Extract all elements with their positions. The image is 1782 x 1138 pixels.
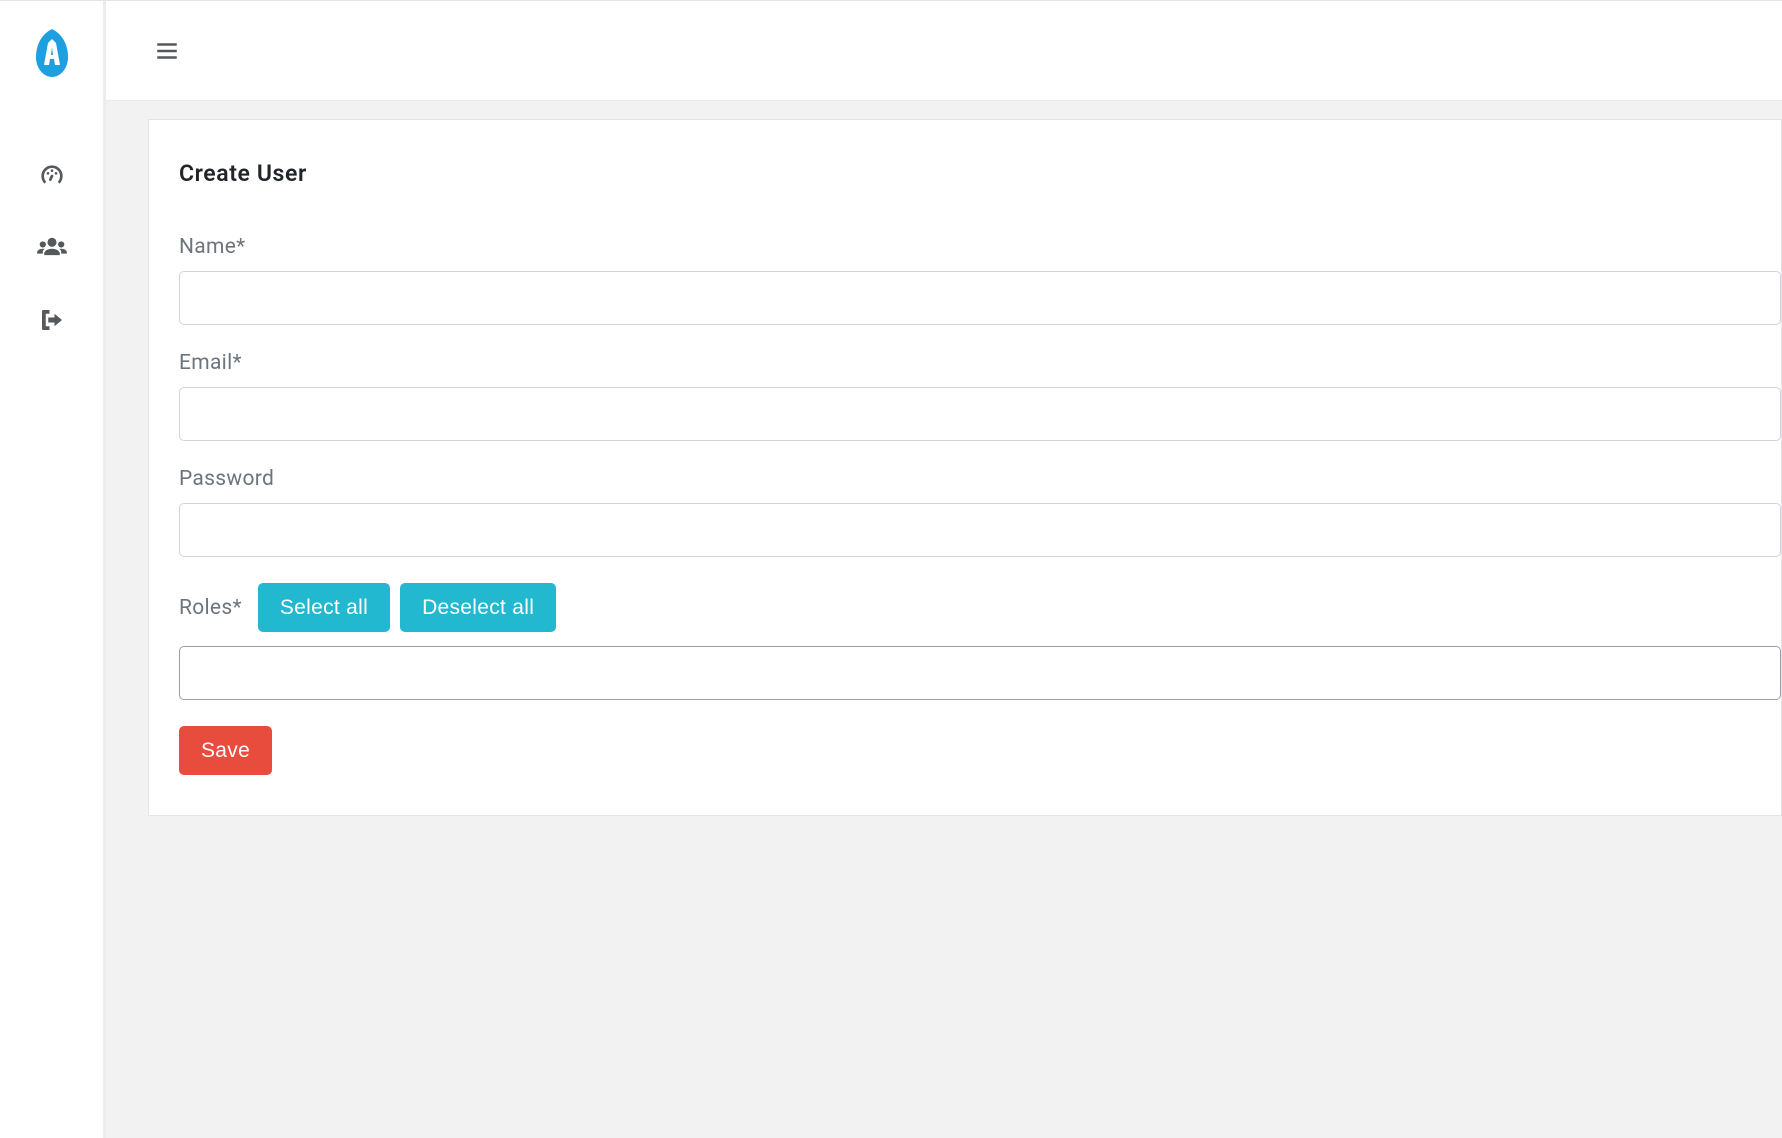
content-wrap: Create User Name* Email* Password Roles*	[106, 101, 1782, 1138]
form-group-password: Password	[179, 467, 1781, 557]
form-group-roles: Roles* Select all Deselect all	[179, 583, 1781, 700]
form-group-email: Email*	[179, 351, 1781, 441]
email-label: Email*	[179, 351, 1781, 375]
name-input[interactable]	[179, 271, 1781, 325]
password-label: Password	[179, 467, 1781, 491]
deselect-all-button[interactable]: Deselect all	[400, 583, 556, 632]
roles-label: Roles*	[179, 596, 242, 620]
dashboard-icon[interactable]	[35, 159, 69, 193]
select-all-button[interactable]: Select all	[258, 583, 390, 632]
save-row: Save	[179, 726, 1781, 775]
form-card: Create User Name* Email* Password Roles*	[148, 119, 1782, 816]
roles-label-row: Roles* Select all Deselect all	[179, 583, 1781, 632]
password-input[interactable]	[179, 503, 1781, 557]
main-area: Create User Name* Email* Password Roles*	[106, 1, 1782, 1138]
app-root: Create User Name* Email* Password Roles*	[0, 0, 1782, 1138]
email-input[interactable]	[179, 387, 1781, 441]
logout-icon[interactable]	[35, 303, 69, 337]
app-logo[interactable]	[24, 25, 80, 81]
save-button[interactable]: Save	[179, 726, 272, 775]
roles-select[interactable]	[179, 646, 1781, 700]
topbar	[106, 1, 1782, 101]
users-icon[interactable]	[35, 231, 69, 265]
name-label: Name*	[179, 235, 1781, 259]
menu-toggle-icon[interactable]	[154, 38, 180, 64]
form-group-name: Name*	[179, 235, 1781, 325]
sidebar	[0, 1, 106, 1138]
page-title: Create User	[179, 160, 1781, 187]
